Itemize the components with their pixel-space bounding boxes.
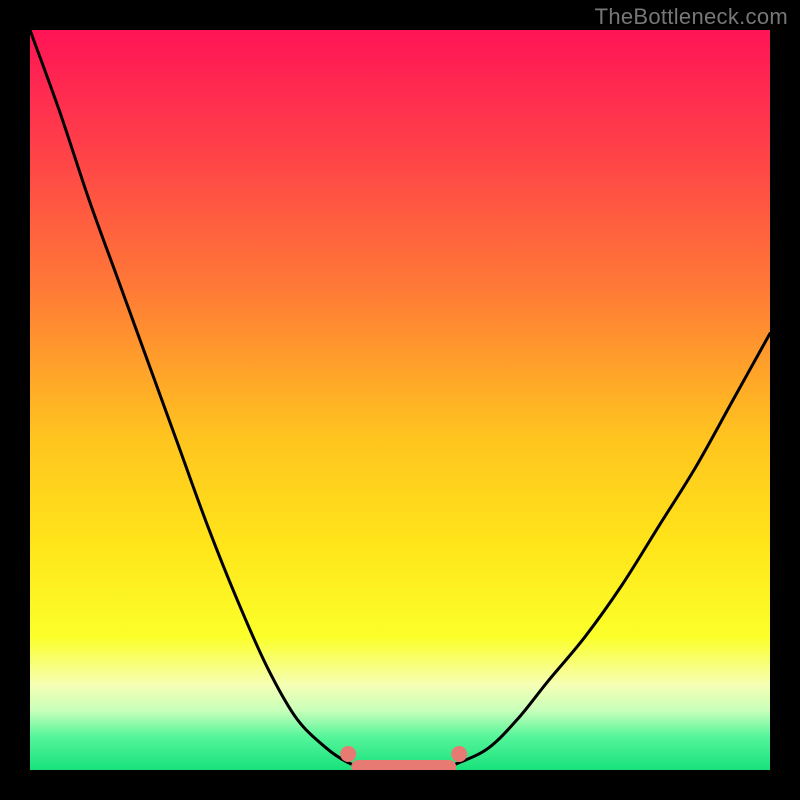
gradient-background	[30, 30, 770, 770]
chart-frame: TheBottleneck.com	[0, 0, 800, 800]
watermark-text: TheBottleneck.com	[595, 4, 788, 30]
bottleneck-chart	[30, 30, 770, 770]
